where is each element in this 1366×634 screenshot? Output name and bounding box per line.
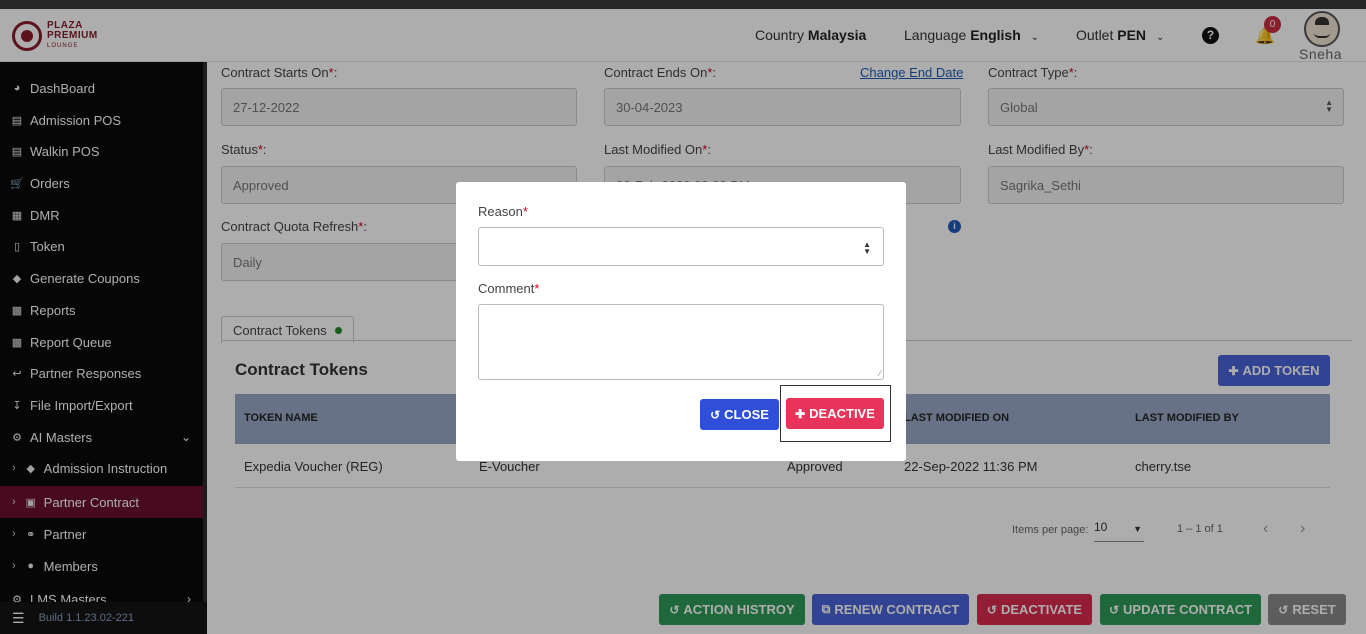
plus-icon: ✚	[795, 406, 806, 421]
comment-label: Comment*	[478, 281, 540, 296]
close-button[interactable]: ↺ CLOSE	[700, 399, 779, 430]
comment-textarea[interactable]: ∕	[478, 304, 884, 380]
reason-label: Reason*	[478, 204, 528, 219]
resize-grip-icon[interactable]: ∕	[879, 368, 881, 378]
deactive-button[interactable]: ✚ DEACTIVE	[786, 398, 884, 429]
history-icon: ↺	[710, 407, 721, 422]
sort-arrows-icon: ▲ ▼	[863, 240, 871, 256]
deactivate-dialog: Reason* ▲ ▼ Comment* ∕ ↺ CLOSE ✚ DEACTIVE	[456, 182, 906, 461]
reason-select[interactable]: ▲ ▼	[478, 227, 884, 266]
